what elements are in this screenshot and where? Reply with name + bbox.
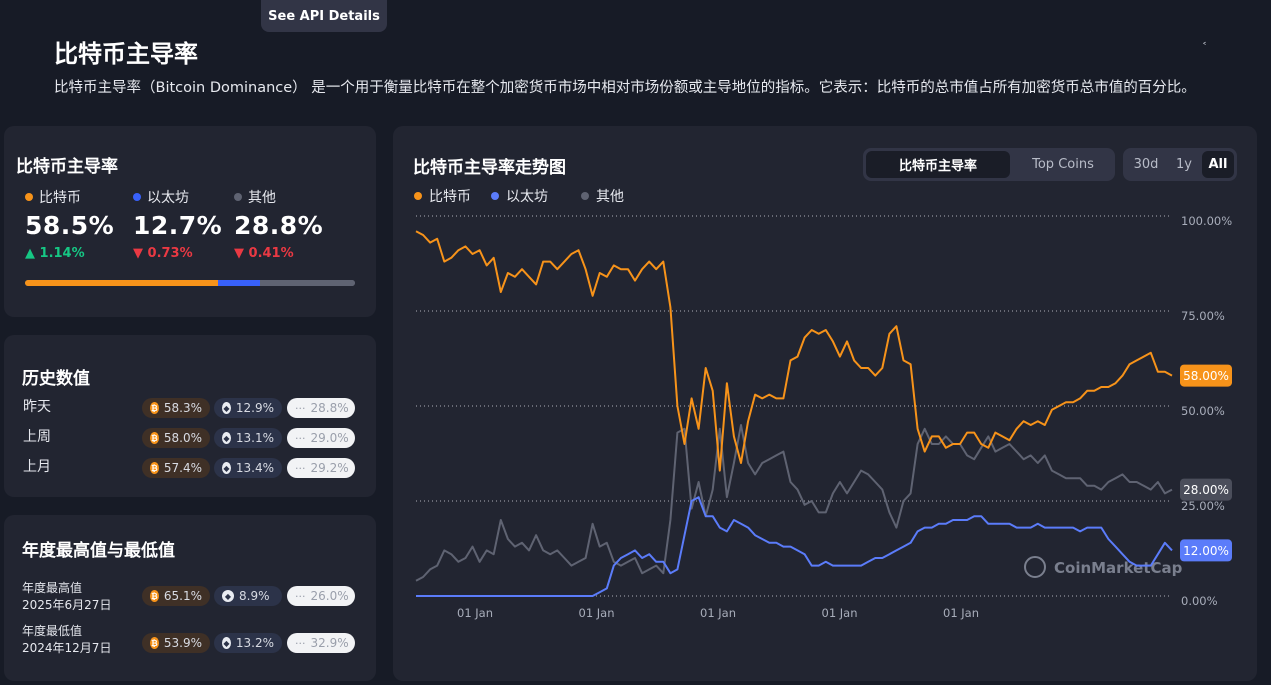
dominance-line-chart: 100.00% 75.00% 50.00% 25.00% 0.00% 01 Jan 01 … (415, 214, 1232, 620)
y-tick-label: 50.00% (1181, 404, 1225, 418)
current-value-text: 58.00% (1183, 369, 1229, 383)
eth-line (416, 496, 1173, 597)
btc-line (415, 230, 1173, 472)
current-value-tag-btc: 58.00% (1180, 364, 1232, 387)
y-tick-label: 25.00% (1181, 499, 1225, 513)
watermark-text: CoinMarketCap (1054, 559, 1183, 577)
coinmarketcap-logo-icon (1024, 556, 1046, 578)
x-tick-label: 01 Jan (579, 606, 615, 620)
current-value-text: 28.00% (1183, 483, 1229, 497)
y-tick-label: 0.00% (1181, 594, 1218, 608)
other-line (415, 424, 1173, 582)
x-tick-label: 01 Jan (822, 606, 858, 620)
current-value-text: 12.00% (1183, 544, 1229, 558)
current-value-tag-eth: 12.00% (1180, 539, 1232, 562)
x-tick-label: 01 Jan (943, 606, 979, 620)
y-tick-label: 100.00% (1181, 214, 1232, 228)
x-tick-label: 01 Jan (457, 606, 493, 620)
coinmarketcap-watermark: CoinMarketCap (1024, 556, 1183, 578)
x-tick-label: 01 Jan (700, 606, 736, 620)
current-value-tag-other: 28.00% (1180, 478, 1232, 501)
y-tick-label: 75.00% (1181, 309, 1225, 323)
